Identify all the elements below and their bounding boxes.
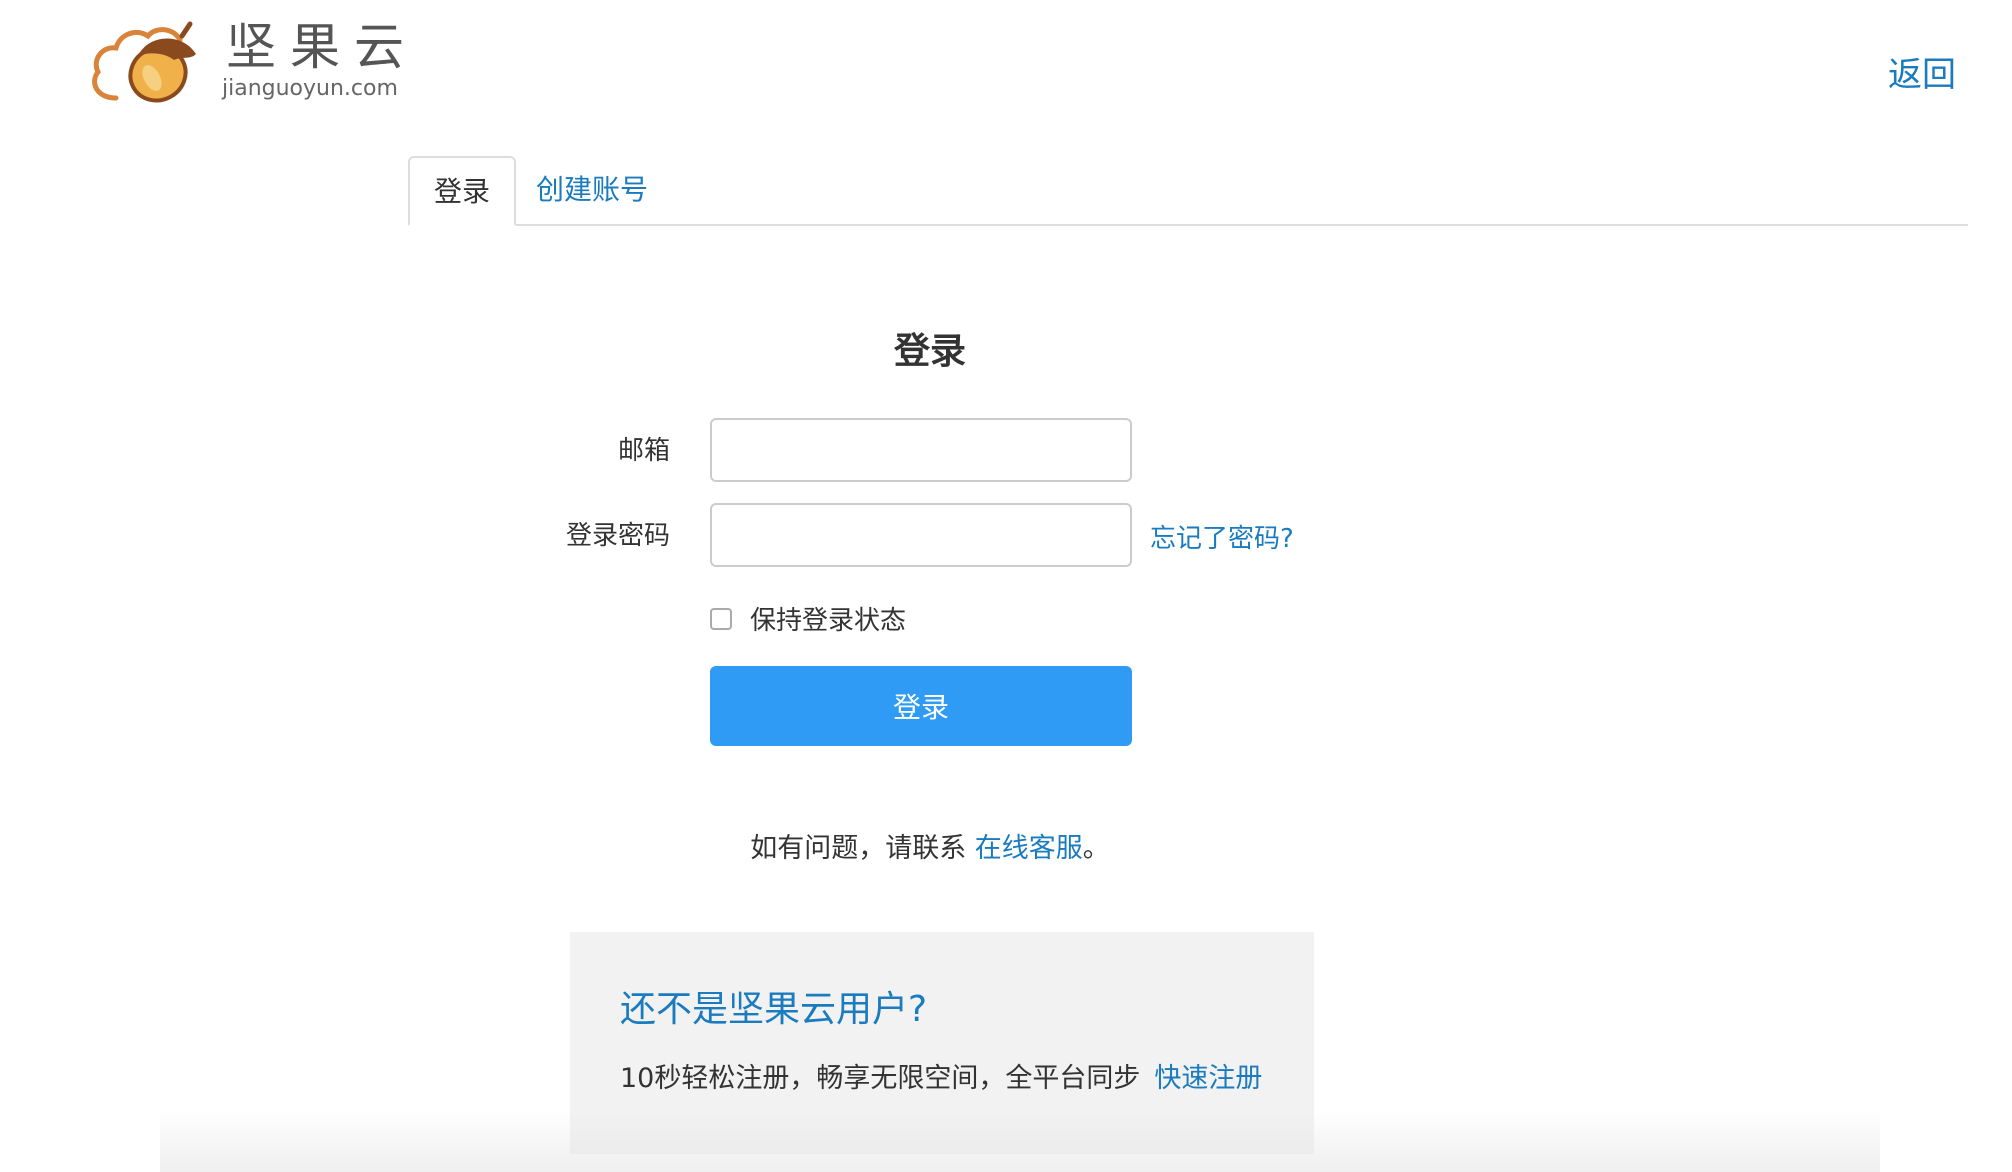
forgot-password-link[interactable]: 忘记了密码? <box>1150 518 1294 555</box>
logo-chinese-text: 坚果云 <box>226 18 418 76</box>
form-title: 登录 <box>893 331 966 372</box>
checkbox-icon[interactable] <box>710 607 732 630</box>
remember-login-label: 保持登录状态 <box>750 606 907 636</box>
register-promo-panel: 还不是坚果云用户? 10秒轻松注册，畅享无限空间，全平台同步 快速注册 <box>570 932 1314 1154</box>
promo-description: 10秒轻松注册，畅享无限空间，全平台同步 <box>620 1063 1141 1094</box>
promo-text-line: 10秒轻松注册，畅享无限空间，全平台同步 快速注册 <box>620 1056 1262 1095</box>
help-text: 如有问题，请联系 在线客服。 <box>0 826 1860 865</box>
email-label: 邮箱 <box>617 436 670 466</box>
password-label: 登录密码 <box>565 521 670 551</box>
help-suffix: 。 <box>1082 833 1110 864</box>
tab-bar: 登录 创建账号 <box>408 156 1968 226</box>
tab-login[interactable]: 登录 <box>408 156 516 226</box>
tab-create-account[interactable]: 创建账号 <box>536 156 686 224</box>
online-support-link[interactable]: 在线客服 <box>975 833 1083 864</box>
password-input[interactable] <box>710 503 1132 567</box>
help-prefix: 如有问题，请联系 <box>750 833 975 864</box>
back-link[interactable]: 返回 <box>1888 58 1956 92</box>
remember-login-checkbox[interactable]: 保持登录状态 <box>710 600 906 637</box>
logo[interactable]: 坚果云 jianguoyun.com <box>86 16 416 106</box>
login-button[interactable]: 登录 <box>710 666 1132 746</box>
logo-domain-text: jianguoyun.com <box>222 76 398 101</box>
email-input[interactable] <box>710 418 1132 482</box>
quick-register-link[interactable]: 快速注册 <box>1154 1063 1262 1094</box>
promo-title: 还不是坚果云用户? <box>620 989 928 1030</box>
acorn-cloud-icon <box>92 21 196 103</box>
